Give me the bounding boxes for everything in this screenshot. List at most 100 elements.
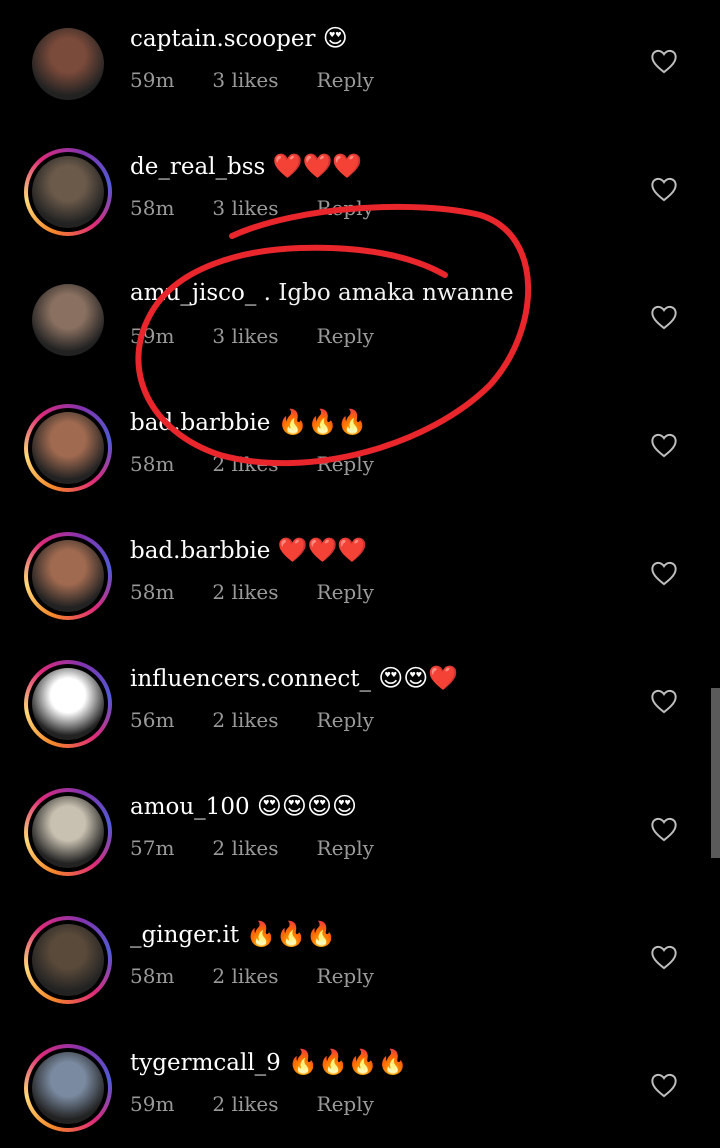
comment-row: de_real_bss ❤️❤️❤️ 58m 3 likes Reply: [0, 128, 720, 256]
timestamp: 58m: [130, 580, 175, 604]
comment-emoji: 🔥🔥🔥: [277, 408, 368, 436]
comment-row: tygermcall_9 🔥🔥🔥🔥 59m 2 likes Reply: [0, 1024, 720, 1148]
comment-text: bad.barbbie 🔥🔥🔥: [130, 408, 367, 436]
heart-outline-icon[interactable]: [650, 48, 678, 74]
likes-count[interactable]: 2 likes: [212, 964, 278, 988]
likes-count[interactable]: 2 likes: [212, 580, 278, 604]
likes-count[interactable]: 3 likes: [212, 68, 278, 92]
comment-text: de_real_bss ❤️❤️❤️: [130, 152, 362, 180]
heart-outline-icon[interactable]: [650, 304, 678, 330]
avatar[interactable]: [24, 276, 112, 364]
comment-emoji: 🔥🔥🔥🔥: [288, 1048, 408, 1076]
comment-meta: 59m 2 likes Reply: [130, 1092, 412, 1116]
heart-outline-icon[interactable]: [650, 1072, 678, 1098]
heart-outline-icon[interactable]: [650, 688, 678, 714]
comment-row: bad.barbbie ❤️❤️❤️ 58m 2 likes Reply: [0, 512, 720, 640]
likes-count[interactable]: 2 likes: [212, 836, 278, 860]
timestamp: 58m: [130, 452, 175, 476]
avatar-image: [32, 1052, 104, 1124]
avatar[interactable]: [24, 916, 112, 1004]
reply-button[interactable]: Reply: [317, 836, 374, 860]
heart-outline-icon[interactable]: [650, 560, 678, 586]
heart-outline-icon[interactable]: [650, 944, 678, 970]
avatar[interactable]: [24, 20, 112, 108]
timestamp: 58m: [130, 196, 175, 220]
comment-text: amou_100 😍😍😍😍: [130, 792, 357, 820]
avatar-image: [32, 540, 104, 612]
reply-button[interactable]: Reply: [317, 452, 374, 476]
username-link[interactable]: amu_jisco_: [130, 280, 256, 306]
avatar-image: [32, 924, 104, 996]
avatar-image: [32, 412, 104, 484]
avatar-image: [32, 796, 104, 868]
heart-outline-icon[interactable]: [650, 816, 678, 842]
likes-count[interactable]: 2 likes: [212, 708, 278, 732]
username-link[interactable]: bad.barbbie: [130, 410, 270, 436]
comment-row: influencers.connect_ 😍😍❤️ 56m 2 likes Reply: [0, 640, 720, 768]
timestamp: 59m: [130, 1092, 175, 1116]
avatar[interactable]: [24, 532, 112, 620]
comment-meta: 58m 2 likes Reply: [130, 452, 412, 476]
reply-button[interactable]: Reply: [317, 964, 374, 988]
username-link[interactable]: tygermcall_9: [130, 1050, 281, 1076]
username-link[interactable]: _ginger.it: [130, 922, 239, 948]
avatar-image: [32, 284, 104, 356]
comment-row: amou_100 😍😍😍😍 57m 2 likes Reply: [0, 768, 720, 896]
avatar-image: [32, 156, 104, 228]
reply-button[interactable]: Reply: [317, 580, 374, 604]
comment-row: bad.barbbie 🔥🔥🔥 58m 2 likes Reply: [0, 384, 720, 512]
likes-count[interactable]: 3 likes: [212, 196, 278, 220]
likes-count[interactable]: 2 likes: [212, 452, 278, 476]
comment-text: captain.scooper 😍: [130, 24, 348, 52]
comment-meta: 59m 3 likes Reply: [130, 68, 412, 92]
timestamp: 59m: [130, 324, 175, 348]
avatar[interactable]: [24, 404, 112, 492]
comment-meta: 58m 2 likes Reply: [130, 580, 412, 604]
username-link[interactable]: de_real_bss: [130, 154, 265, 180]
timestamp: 57m: [130, 836, 175, 860]
username-link[interactable]: captain.scooper: [130, 26, 315, 52]
avatar[interactable]: [24, 148, 112, 236]
comment-emoji: ❤️❤️❤️: [272, 152, 363, 180]
reply-button[interactable]: Reply: [317, 196, 374, 220]
likes-count[interactable]: 2 likes: [212, 1092, 278, 1116]
avatar-image: [32, 28, 104, 100]
avatar[interactable]: [24, 660, 112, 748]
heart-outline-icon[interactable]: [650, 432, 678, 458]
scrollbar[interactable]: [711, 688, 720, 858]
comment-text: tygermcall_9 🔥🔥🔥🔥: [130, 1048, 408, 1076]
reply-button[interactable]: Reply: [317, 68, 374, 92]
likes-count[interactable]: 3 likes: [212, 324, 278, 348]
reply-button[interactable]: Reply: [317, 1092, 374, 1116]
heart-outline-icon[interactable]: [650, 176, 678, 202]
comment-meta: 56m 2 likes Reply: [130, 708, 412, 732]
timestamp: 59m: [130, 68, 175, 92]
comment-meta: 58m 3 likes Reply: [130, 196, 412, 220]
comment-meta: 57m 2 likes Reply: [130, 836, 412, 860]
comment-text: influencers.connect_ 😍😍❤️: [130, 664, 458, 692]
comment-text: amu_jisco_ . Igbo amaka nwanne: [130, 280, 514, 306]
comment-emoji: 😍😍😍😍: [256, 792, 357, 820]
comment-body: . Igbo amaka nwanne: [263, 280, 514, 306]
comment-row: amu_jisco_ . Igbo amaka nwanne 59m 3 likes…: [0, 256, 720, 384]
timestamp: 58m: [130, 964, 175, 988]
username-link[interactable]: amou_100: [130, 794, 250, 820]
comments-screen: captain.scooper 😍 59m 3 likes Reply de_real_…: [0, 0, 720, 1148]
comment-meta: 58m 2 likes Reply: [130, 964, 412, 988]
comment-row: _ginger.it 🔥🔥🔥 58m 2 likes Reply: [0, 896, 720, 1024]
comment-emoji: 🔥🔥🔥: [246, 920, 337, 948]
comment-emoji: ❤️❤️❤️: [277, 536, 368, 564]
comment-row: captain.scooper 😍 59m 3 likes Reply: [0, 0, 720, 128]
avatar-image: [32, 668, 104, 740]
avatar[interactable]: [24, 1044, 112, 1132]
username-link[interactable]: influencers.connect_: [130, 666, 371, 692]
comment-text: bad.barbbie ❤️❤️❤️: [130, 536, 367, 564]
timestamp: 56m: [130, 708, 175, 732]
comment-meta: 59m 3 likes Reply: [130, 324, 412, 348]
comment-emoji: 😍😍❤️: [378, 664, 459, 692]
avatar[interactable]: [24, 788, 112, 876]
comment-text: _ginger.it 🔥🔥🔥: [130, 920, 336, 948]
username-link[interactable]: bad.barbbie: [130, 538, 270, 564]
reply-button[interactable]: Reply: [317, 324, 374, 348]
reply-button[interactable]: Reply: [317, 708, 374, 732]
